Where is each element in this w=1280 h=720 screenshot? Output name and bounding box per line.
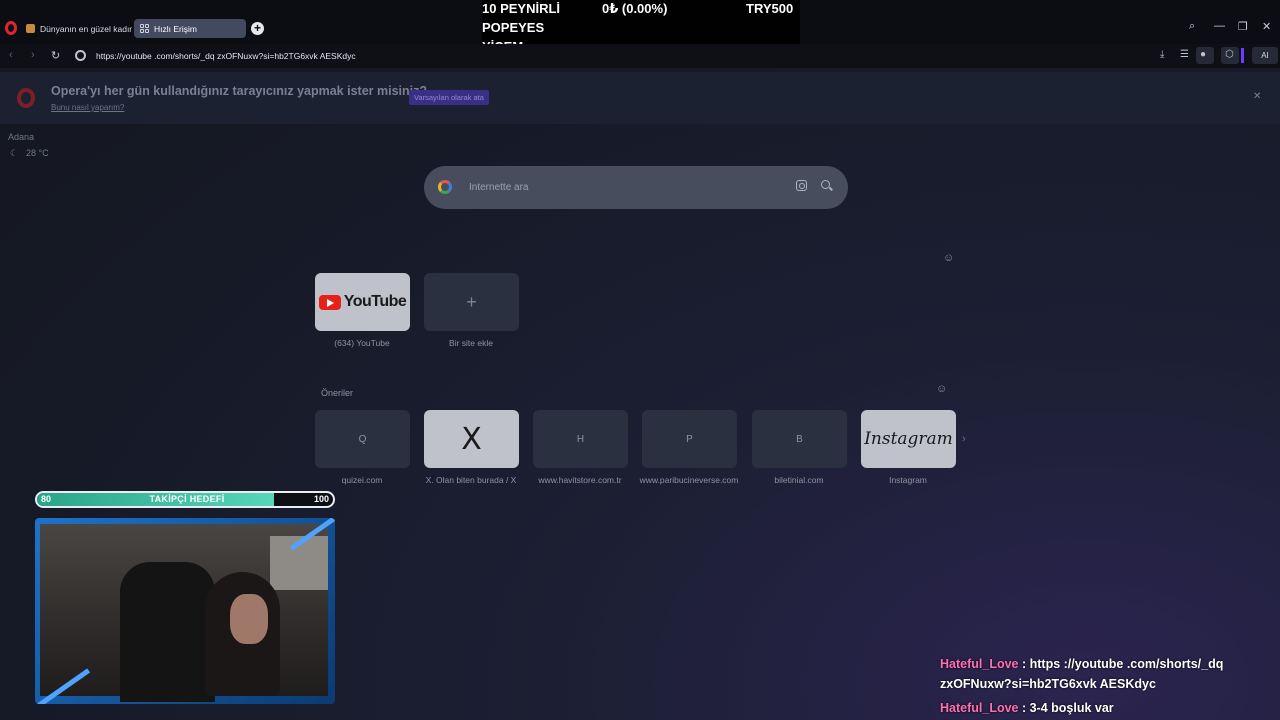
search-icon[interactable]	[821, 180, 830, 189]
set-default-button[interactable]: Varsayılan olarak ata	[409, 90, 489, 105]
forward-icon[interactable]: ›	[31, 49, 35, 61]
tab-label: Hızlı Erişim	[154, 23, 197, 34]
stream-donation-overlay: 10 PEYNİRLİ POPEYES YİCEM 0₺ (0.00%) TRY…	[482, 0, 800, 54]
suggestions-title: Öneriler	[321, 388, 354, 398]
suggestion-label: www.havitstore.com.tr	[538, 475, 622, 485]
close-icon[interactable]: ✕	[1253, 91, 1261, 102]
speed-dial-label: Bir site ekle	[449, 338, 493, 348]
tab-favicon-icon	[26, 24, 35, 33]
tile-letter: B	[796, 433, 803, 445]
new-tab-button[interactable]: +	[251, 22, 264, 35]
google-icon	[438, 180, 452, 194]
webcam-frame	[35, 518, 335, 704]
chat-text: 3-4 boşluk var	[1029, 701, 1114, 715]
search-box[interactable]	[424, 166, 848, 209]
chat-separator: :	[1018, 657, 1030, 671]
restore-icon[interactable]: ❐	[1238, 20, 1248, 33]
opera-logo-icon	[17, 88, 35, 108]
lens-search-icon[interactable]	[796, 180, 807, 191]
donation-line-2: POPEYES	[482, 20, 545, 35]
suggestion-tile-biletinial[interactable]: B	[752, 410, 847, 468]
donation-line-1: 10 PEYNİRLİ	[482, 1, 561, 16]
youtube-logo-icon: YouTube	[318, 293, 407, 311]
banner-question: Opera'yı her gün kullandığınız tarayıcın…	[51, 84, 427, 98]
chat-message: Hateful_Love : https ://youtube .com/sho…	[940, 654, 1260, 694]
customize-smile-icon[interactable]: ☺	[943, 252, 954, 264]
speed-dial-label: (634) YouTube	[334, 338, 390, 348]
youtube-wordmark: YouTube	[343, 293, 407, 310]
suggestion-label: quizei.com	[341, 475, 383, 485]
suggestion-tile-paribu[interactable]: P	[642, 410, 737, 468]
reload-icon[interactable]: ↻	[51, 49, 60, 62]
suggestion-tile-x[interactable]: X	[424, 410, 519, 468]
moon-icon: ☾	[10, 148, 19, 158]
profile-icon: ●	[1200, 49, 1207, 60]
site-info-icon[interactable]	[75, 50, 86, 61]
donation-amount: TRY500	[746, 1, 794, 16]
aria-ai-button[interactable]: AI	[1252, 47, 1278, 64]
goal-target: 100	[313, 494, 329, 504]
suggestions-smile-icon[interactable]: ☺	[936, 383, 947, 395]
easy-setup-icon[interactable]: ☰	[1180, 49, 1189, 60]
goal-current: 80	[41, 494, 52, 504]
goal-title: TAKİPÇİ HEDEFİ	[149, 494, 225, 504]
default-browser-banner: Opera'yı her gün kullandığınız tarayıcın…	[0, 72, 1280, 124]
x-logo-icon: X	[461, 421, 482, 457]
webcam-chair	[120, 562, 215, 702]
add-site-button[interactable]: +	[424, 273, 519, 331]
suggestion-label: X. Olan biten burada / X	[425, 475, 517, 485]
weather-city[interactable]: Adana	[8, 132, 34, 142]
youtube-play-icon	[318, 294, 341, 310]
search-tabs-icon[interactable]: ⌕	[1189, 20, 1195, 33]
donation-change: 0₺ (0.00%)	[602, 1, 668, 16]
chat-separator: :	[1018, 701, 1030, 715]
grid-icon	[140, 24, 149, 33]
suggestion-tile-havitstore[interactable]: H	[533, 410, 628, 468]
download-icon[interactable]: ⤓	[1160, 49, 1164, 60]
ai-label: AI	[1261, 51, 1269, 60]
plus-icon: +	[466, 291, 477, 312]
tab-hizli-erisim[interactable]: Hızlı Erişim	[134, 19, 246, 38]
search-input[interactable]	[469, 178, 769, 197]
back-icon[interactable]: ‹	[9, 49, 13, 61]
tab-label: Dünyanın en güzel kadını	[40, 23, 132, 34]
tile-letter: Q	[358, 433, 367, 445]
tile-letter: H	[576, 433, 585, 445]
minimize-icon[interactable]: —	[1214, 20, 1225, 32]
suggestion-tile-instagram[interactable]: Instagram	[861, 410, 956, 468]
tab-dunyanin[interactable]: Dünyanın en güzel kadını	[20, 19, 132, 38]
instagram-wordmark: Instagram	[864, 429, 953, 449]
speed-dial-youtube[interactable]: YouTube	[315, 273, 410, 331]
close-window-icon[interactable]: ✕	[1262, 20, 1271, 33]
chat-username: Hateful_Love	[940, 701, 1019, 715]
weather-temp: 28 °C	[26, 148, 49, 158]
chat-username: Hateful_Love	[940, 657, 1019, 671]
cube-icon: ⬡	[1225, 49, 1234, 60]
chat-message: Hateful_Love : 3-4 boşluk var	[940, 698, 1260, 718]
url-input[interactable]: https://youtube .com/shorts/_dq zxOFNuxw…	[96, 51, 356, 61]
suggestion-label: www.paribucineverse.com	[639, 475, 739, 485]
webcam-face	[230, 594, 268, 644]
tile-letter: P	[686, 433, 693, 445]
address-bar: ‹ › ↻ https://youtube .com/shorts/_dq zx…	[0, 44, 1280, 68]
chevron-right-icon[interactable]: ›	[962, 433, 966, 445]
banner-help-link[interactable]: Bunu nasıl yaparım?	[51, 103, 124, 112]
suggestion-label: biletinial.com	[774, 475, 824, 485]
opera-logo-icon[interactable]	[5, 21, 17, 35]
suggestion-tile-quizei[interactable]: Q	[315, 410, 410, 468]
follower-goal-bar: TAKİPÇİ HEDEFİ 80 100	[35, 491, 335, 508]
suggestion-label: Instagram	[889, 475, 927, 485]
accent-divider	[1241, 48, 1244, 63]
